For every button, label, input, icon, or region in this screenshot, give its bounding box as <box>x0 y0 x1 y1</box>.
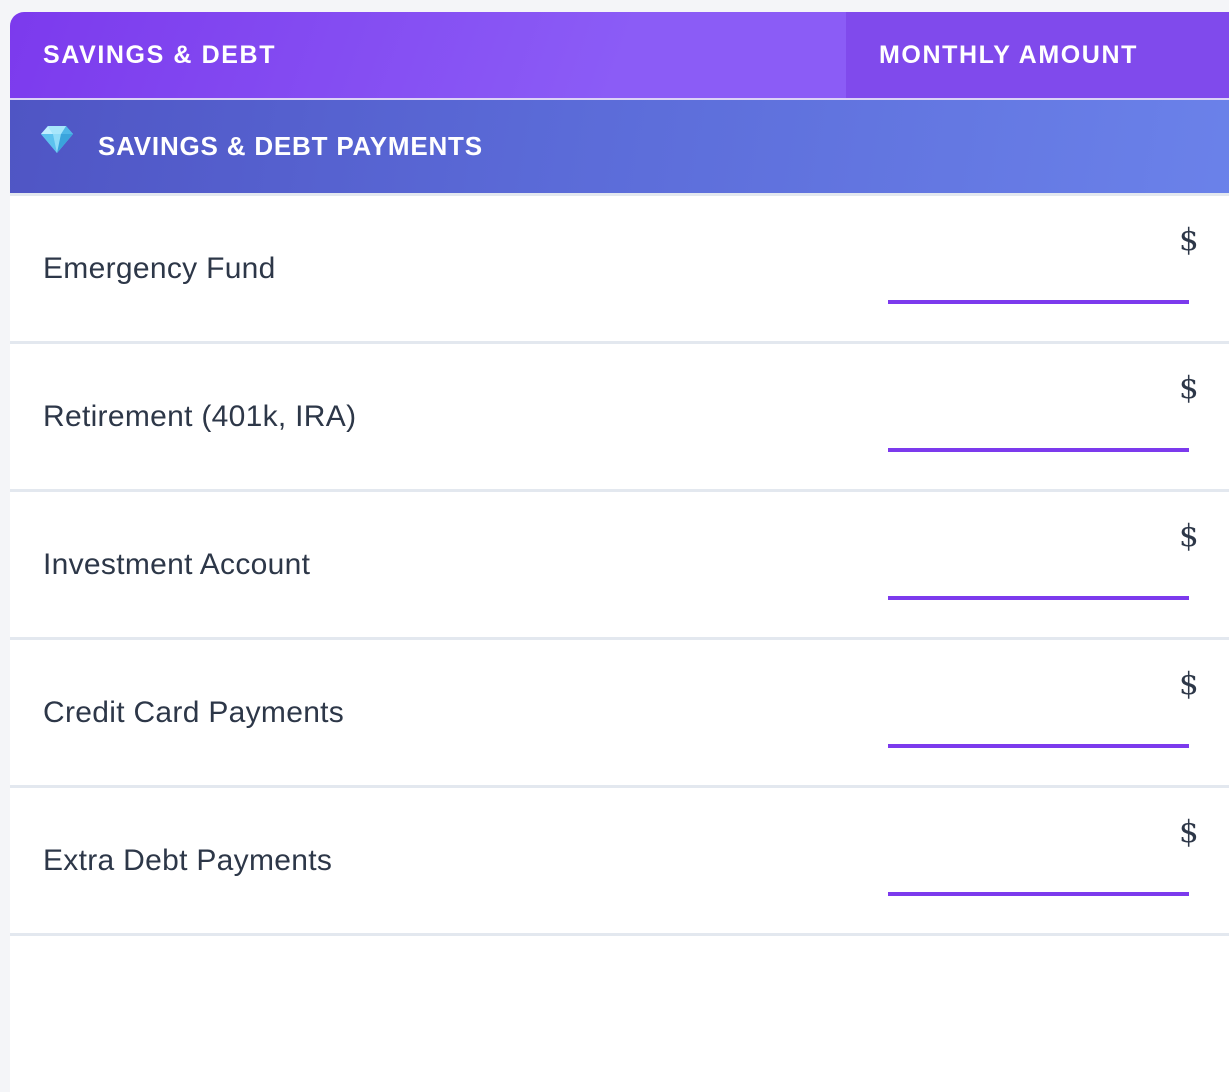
amount-input-retirement[interactable] <box>888 400 1189 452</box>
table-row: Investment Account $ <box>10 492 1229 640</box>
section-title: SAVINGS & DEBT PAYMENTS <box>98 131 483 161</box>
gem-icon <box>40 122 74 156</box>
table-row: Credit Card Payments $ <box>10 640 1229 788</box>
row-label-investment-account: Investment Account <box>43 548 311 581</box>
table-header: SAVINGS & DEBT MONTHLY AMOUNT <box>10 12 1229 100</box>
category-column-header: SAVINGS & DEBT <box>43 40 277 69</box>
table-row: Extra Debt Payments $ <box>10 788 1229 936</box>
table-row: Emergency Fund $ <box>10 196 1229 344</box>
amount-input-emergency-fund[interactable] <box>888 252 1189 304</box>
row-label-emergency-fund: Emergency Fund <box>43 252 276 285</box>
amount-input-extra-debt-payments[interactable] <box>888 844 1189 896</box>
section-header: SAVINGS & DEBT PAYMENTS <box>10 100 1229 196</box>
row-label-retirement: Retirement (401k, IRA) <box>43 400 357 433</box>
amount-column-header: MONTHLY AMOUNT <box>846 12 1229 98</box>
table-row: Retirement (401k, IRA) $ <box>10 344 1229 492</box>
budget-table: SAVINGS & DEBT MONTHLY AMOUNT SAVINGS & … <box>10 12 1229 1092</box>
amount-input-credit-card-payments[interactable] <box>888 696 1189 748</box>
rows-container: Emergency Fund $ Retirement (401k, IRA) … <box>10 196 1229 936</box>
row-label-extra-debt-payments: Extra Debt Payments <box>43 844 333 877</box>
amount-input-investment-account[interactable] <box>888 548 1189 600</box>
row-label-credit-card-payments: Credit Card Payments <box>43 696 345 729</box>
